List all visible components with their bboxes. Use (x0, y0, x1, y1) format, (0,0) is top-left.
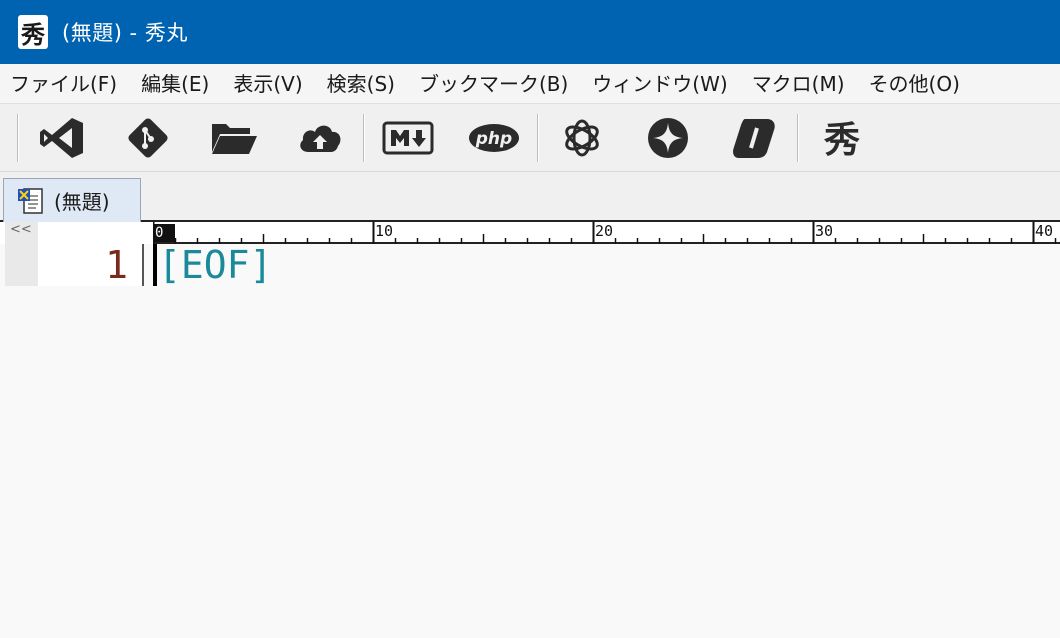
openai-button[interactable] (539, 108, 625, 168)
markdown-icon (382, 121, 434, 154)
markdown-button[interactable] (365, 108, 451, 168)
title-bar: 秀 (無題) - 秀丸 (0, 0, 1060, 64)
hidemaru-app-icon[interactable]: 秀 (18, 15, 48, 49)
menu-macro[interactable]: マクロ(M) (740, 64, 857, 104)
line-number-gutter[interactable]: 1 (38, 244, 142, 286)
php-icon: php (469, 123, 519, 152)
menu-edit[interactable]: 編集(E) (129, 64, 221, 104)
ruler-label-10: 10 (375, 222, 394, 240)
gutter-strip (5, 244, 38, 286)
copilot-icon (733, 118, 775, 158)
column-ruler[interactable]: 0 10 20 30 40 (153, 222, 1060, 244)
vscode-button[interactable] (19, 108, 105, 168)
cloud-upload-icon (300, 125, 341, 152)
ruler-label-40: 40 (1035, 222, 1054, 240)
hidemaru-icon: 秀 (823, 119, 860, 160)
ruler-label-20: 20 (595, 222, 614, 240)
menu-window[interactable]: ウィンドウ(W) (580, 64, 739, 104)
open-folder-button[interactable] (191, 108, 277, 168)
ruler-label-30: 30 (815, 222, 834, 240)
cloud-upload-button[interactable] (277, 108, 363, 168)
copilot-button[interactable] (711, 108, 797, 168)
menu-search[interactable]: 検索(S) (315, 64, 407, 104)
eof-marker: [EOF] (158, 243, 273, 287)
editor-area[interactable]: << 0 10 20 30 40 1 [EOF] (0, 222, 1060, 638)
document-icon (18, 187, 43, 214)
window-title: (無題) - 秀丸 (62, 21, 188, 45)
line-number: 1 (105, 243, 128, 287)
menu-view[interactable]: 表示(V) (221, 64, 314, 104)
menu-other[interactable]: その他(O) (857, 64, 972, 104)
collapse-left-icon: << (10, 222, 32, 237)
hidemaru-icon-glyph: 秀 (823, 119, 860, 160)
menu-file[interactable]: ファイル(F) (0, 64, 129, 104)
tab-untitled[interactable]: (無題) (3, 178, 141, 222)
menu-bookmark[interactable]: ブックマーク(B) (407, 64, 580, 104)
text-caret (153, 244, 157, 286)
gemini-button[interactable] (625, 108, 711, 168)
gutter-divider (142, 244, 144, 286)
menu-bar: ファイル(F) 編集(E) 表示(V) 検索(S) ブックマーク(B) ウィンド… (0, 64, 1060, 104)
openai-icon (565, 119, 599, 156)
folder-open-icon (212, 123, 257, 154)
gemini-icon (648, 117, 688, 158)
vscode-icon (40, 117, 83, 158)
tab-label: (無題) (54, 190, 110, 214)
tab-bar: (無題) (0, 172, 1060, 222)
php-icon-text: php (475, 129, 512, 149)
hidemaru-button[interactable]: 秀 (799, 108, 885, 168)
toolbar: php 秀 (0, 104, 1060, 172)
php-button[interactable]: php (451, 108, 537, 168)
ruler-cursor-column: 0 (153, 224, 175, 242)
git-button[interactable] (105, 108, 191, 168)
git-icon (128, 117, 168, 158)
